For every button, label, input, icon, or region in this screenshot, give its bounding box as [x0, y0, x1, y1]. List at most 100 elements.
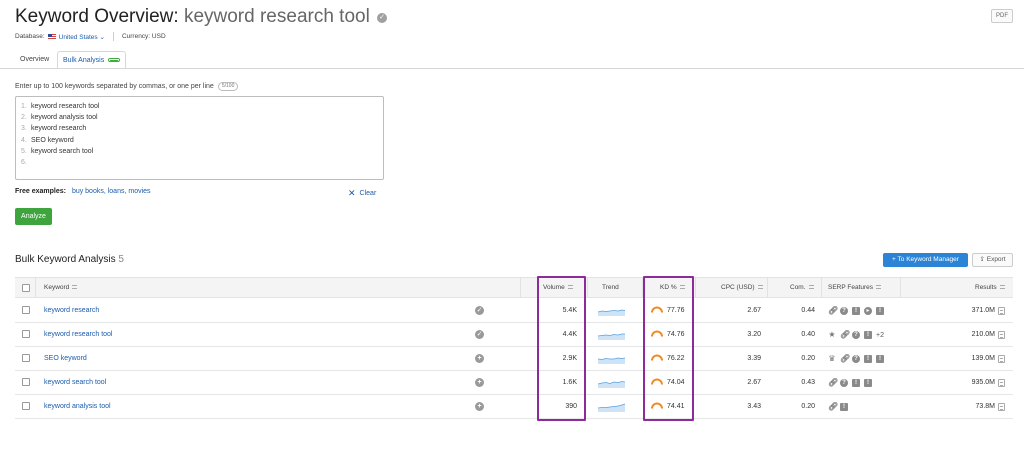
add-plus-icon[interactable]: +: [475, 354, 484, 363]
line-text: keyword search tool: [31, 147, 94, 155]
trend-sparkline: [598, 333, 625, 340]
row-checkbox[interactable]: [22, 378, 30, 386]
pdf-button[interactable]: PDF: [991, 9, 1013, 23]
added-check-icon[interactable]: ✓: [475, 330, 484, 339]
line-text: keyword research tool: [31, 103, 100, 110]
database-select[interactable]: United States ⌄: [59, 33, 105, 41]
keyword-link[interactable]: keyword research: [44, 299, 99, 323]
kd-gauge-icon: [651, 306, 663, 313]
keyword-link[interactable]: keyword analysis tool: [44, 395, 111, 419]
select-all-checkbox[interactable]: [22, 284, 30, 292]
trend-sparkline: [598, 381, 625, 388]
cpc-value: 3.43: [747, 403, 761, 410]
serp-snapshot-icon[interactable]: [998, 355, 1005, 363]
line-number: 1.: [21, 103, 27, 110]
tab-bulk-analysis[interactable]: Bulk Analysis: [57, 51, 127, 69]
col-divider: [821, 278, 822, 298]
serp-features: 🔗︎?!!: [828, 377, 872, 389]
review-icon: !: [852, 379, 860, 387]
line-text: SEO keyword: [31, 136, 74, 144]
kd-gauge-icon: [651, 402, 663, 409]
textarea-line: 6.: [21, 157, 378, 168]
bulk-title: Bulk Keyword Analysis 5: [15, 254, 124, 265]
analyze-button[interactable]: Analyze: [15, 208, 52, 225]
line-number: 5.: [21, 147, 27, 155]
keyword-link[interactable]: keyword search tool: [44, 371, 106, 395]
sort-icon: [72, 285, 78, 289]
col-volume[interactable]: Volume: [543, 278, 573, 298]
volume-value: 4.4K: [562, 331, 577, 338]
cpc-value: 3.39: [747, 355, 761, 362]
free-examples-link[interactable]: buy books, loans, movies: [72, 188, 151, 195]
trend-sparkline: [598, 357, 625, 364]
col-kd[interactable]: KD %: [660, 278, 685, 298]
review-icon: !: [840, 403, 848, 411]
results-value: 210.0M: [971, 331, 995, 338]
keyword-link[interactable]: SEO keyword: [44, 347, 87, 371]
col-com[interactable]: Com.: [790, 278, 814, 298]
row-checkbox[interactable]: [22, 354, 30, 362]
col-divider: [587, 278, 588, 298]
add-plus-icon[interactable]: +: [475, 378, 484, 387]
keyword-link[interactable]: keyword research tool: [44, 323, 112, 347]
chevron-down-icon: ⌄: [99, 33, 105, 41]
kd-value: 74.76: [667, 331, 685, 338]
free-examples: Free examples: buy books, loans, movies: [15, 188, 151, 195]
title-keyword: keyword research tool: [183, 6, 370, 27]
to-keyword-manager-button[interactable]: + To Keyword Manager: [883, 253, 968, 267]
clear-label: Clear: [359, 190, 377, 197]
serp-features: ★ 🔗︎?! +2: [828, 329, 884, 341]
add-plus-icon[interactable]: +: [475, 402, 484, 411]
serp-snapshot-icon[interactable]: [998, 307, 1005, 315]
kd-value: 74.41: [667, 403, 685, 410]
tab-overview[interactable]: Overview: [15, 51, 54, 68]
kd-value: 76.22: [667, 355, 685, 362]
row-checkbox[interactable]: [22, 306, 30, 314]
review-icon: !: [864, 355, 872, 363]
row-checkbox[interactable]: [22, 330, 30, 338]
faq-icon: ?: [852, 355, 860, 363]
cpc-value: 2.67: [747, 307, 761, 314]
kd-gauge-icon: [651, 330, 663, 337]
textarea-line: 1. keyword research tool: [21, 101, 378, 112]
col-divider: [695, 278, 696, 298]
line-text: keyword research: [31, 125, 87, 133]
col-keyword[interactable]: Keyword: [44, 278, 78, 298]
more-features[interactable]: +2: [876, 332, 884, 339]
serp-snapshot-icon[interactable]: [998, 403, 1005, 411]
keywords-textarea[interactable]: 1. keyword research tool 2. keyword analysi…: [15, 96, 384, 180]
line-number: 6.: [21, 159, 27, 167]
page-title: Keyword Overview: keyword research tool …: [15, 6, 388, 28]
clear-button[interactable]: ✕ Clear: [348, 188, 376, 199]
sort-icon: [679, 285, 685, 289]
input-hint-text: Enter up to 100 keywords separated by co…: [15, 83, 214, 90]
com-value: 0.44: [801, 307, 815, 314]
col-divider: [520, 278, 521, 298]
verified-icon: ✓: [377, 13, 388, 23]
link-icon: 🔗︎: [828, 306, 839, 315]
faq-icon: ?: [852, 331, 860, 339]
image-icon: !: [864, 379, 872, 387]
keyword-counter-badge: 5/100: [217, 82, 239, 91]
col-cpc[interactable]: CPC (USD): [721, 278, 763, 298]
serp-snapshot-icon[interactable]: [998, 379, 1005, 387]
faq-icon: ?: [840, 379, 848, 387]
export-button[interactable]: ⇪ Export: [972, 253, 1013, 267]
col-serp[interactable]: SERP Features: [828, 278, 882, 298]
col-results[interactable]: Results: [975, 278, 1005, 298]
export-label: Export: [986, 256, 1006, 263]
line-number: 3.: [21, 125, 27, 133]
added-check-icon[interactable]: ✓: [475, 306, 484, 315]
row-checkbox[interactable]: [22, 402, 30, 410]
sort-icon: [567, 285, 573, 289]
free-examples-label: Free examples:: [15, 188, 66, 195]
kd-value: 74.04: [667, 379, 685, 386]
tab-bulk-label: Bulk Analysis: [63, 56, 105, 64]
com-value: 0.43: [801, 379, 815, 386]
link-icon: 🔗︎: [828, 402, 839, 411]
database-label: Database:: [15, 33, 45, 40]
serp-snapshot-icon[interactable]: [998, 331, 1005, 339]
volume-value: 390: [565, 403, 577, 410]
col-divider: [35, 278, 36, 298]
sort-icon: [757, 285, 763, 289]
